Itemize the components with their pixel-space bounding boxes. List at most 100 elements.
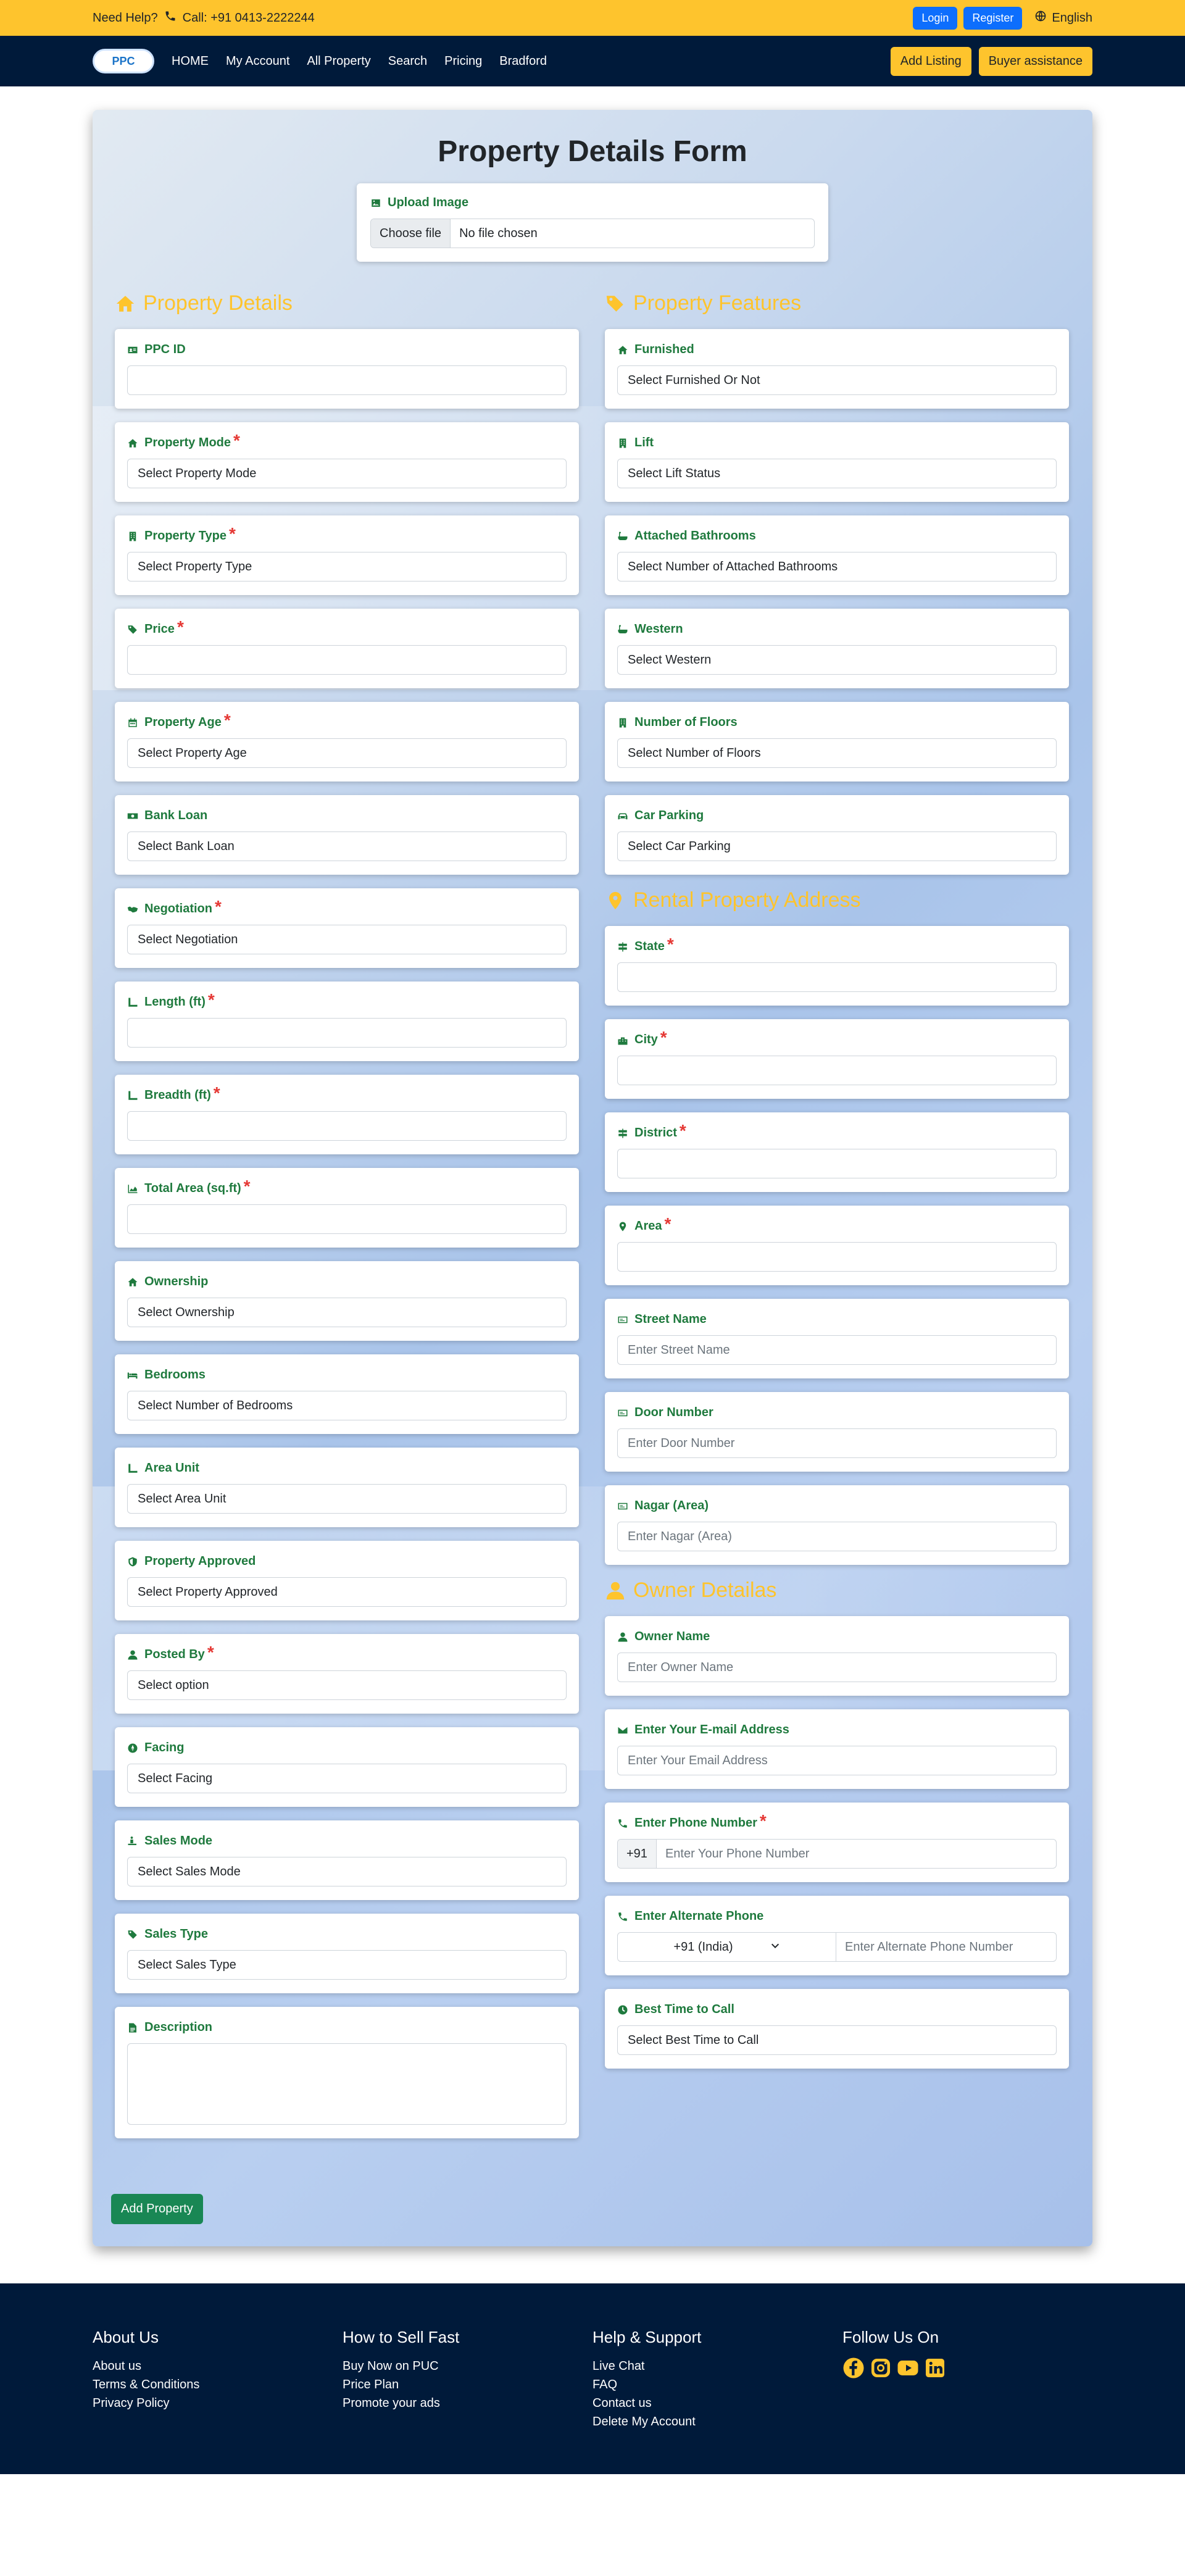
nagar-area-input[interactable]: Enter Nagar (Area) [617, 1522, 1057, 1551]
building-icon [619, 718, 626, 727]
linkedin-icon[interactable] [924, 2357, 946, 2379]
nav-bradford[interactable]: Bradford [499, 54, 547, 69]
lift-input[interactable]: Select Lift Status [617, 459, 1057, 488]
ownership-field: Ownership Select Ownership [115, 1261, 579, 1341]
western-input[interactable]: Select Western [617, 645, 1057, 675]
phone-icon [618, 1819, 627, 1828]
lift-label: Lift [634, 436, 654, 449]
footer-link-promote[interactable]: Promote your ads [343, 2394, 592, 2412]
add-property-button[interactable]: Add Property [111, 2194, 203, 2224]
number-of-floors-input[interactable]: Select Number of Floors [617, 738, 1057, 768]
home-icon [116, 295, 135, 312]
site-logo[interactable]: PPC [93, 49, 154, 73]
footer-link-live-chat[interactable]: Live Chat [592, 2357, 842, 2375]
sales-mode-label: Sales Mode [144, 1834, 213, 1848]
instagram-icon[interactable] [870, 2357, 892, 2379]
owner-name-input[interactable]: Enter Owner Name [617, 1653, 1057, 1682]
description-textarea[interactable] [127, 2043, 567, 2125]
login-button[interactable]: Login [913, 6, 958, 30]
nav-pricing[interactable]: Pricing [444, 54, 482, 69]
register-button[interactable]: Register [963, 6, 1023, 30]
bedrooms-input[interactable]: Select Number of Bedrooms [127, 1391, 567, 1420]
district-input[interactable] [617, 1149, 1057, 1178]
footer-link-buy-now[interactable]: Buy Now on PUC [343, 2357, 592, 2375]
language-selector[interactable]: English [1034, 10, 1092, 26]
sales-mode-field: Sales Mode Select Sales Mode [115, 1820, 579, 1900]
bedrooms-label: Bedrooms [144, 1368, 206, 1382]
footer-link-contact[interactable]: Contact us [592, 2394, 842, 2412]
street-name-input[interactable]: Enter Street Name [617, 1335, 1057, 1365]
envelope-icon [618, 1727, 628, 1733]
footer-link-privacy[interactable]: Privacy Policy [93, 2394, 343, 2412]
nav-search[interactable]: Search [388, 54, 427, 69]
area-label: Area [634, 1219, 662, 1233]
footer-link-about[interactable]: About us [93, 2357, 343, 2375]
city-input[interactable] [617, 1056, 1057, 1085]
facing-input[interactable]: Select Facing [127, 1764, 567, 1793]
best-time-label: Best Time to Call [634, 2003, 734, 2016]
facebook-icon[interactable] [842, 2357, 865, 2379]
footer-link-faq[interactable]: FAQ [592, 2375, 842, 2394]
sales-type-input[interactable]: Select Sales Type [127, 1950, 567, 1980]
country-select[interactable]: +91 (India) [618, 1933, 836, 1961]
length-ft-field: Length (ft) * [115, 982, 579, 1061]
best-time-select[interactable]: Select Best Time to Call [617, 2025, 1057, 2055]
file-icon [129, 2023, 136, 2032]
price-input[interactable] [127, 645, 567, 675]
ownership-label: Ownership [144, 1275, 209, 1288]
furnished-input[interactable]: Select Furnished Or Not [617, 365, 1057, 395]
door-number-input[interactable]: Enter Door Number [617, 1428, 1057, 1458]
bank-loan-input[interactable]: Select Bank Loan [127, 832, 567, 861]
negotiation-input[interactable]: Select Negotiation [127, 925, 567, 954]
street-name-label: Street Name [634, 1312, 707, 1326]
choose-file-button[interactable]: Choose file [371, 219, 451, 248]
nagar-area-label: Nagar (Area) [634, 1499, 709, 1512]
ppc-id-input[interactable] [127, 365, 567, 395]
footer-link-price-plan[interactable]: Price Plan [343, 2375, 592, 2394]
footer-link-delete-account[interactable]: Delete My Account [592, 2412, 842, 2431]
property-age-input[interactable]: Select Property Age [127, 738, 567, 768]
ownership-input[interactable]: Select Ownership [127, 1298, 567, 1327]
facing-label: Facing [144, 1741, 185, 1754]
buyer-assistance-button[interactable]: Buyer assistance [978, 46, 1092, 76]
state-input[interactable] [617, 962, 1057, 992]
footer-heading: How to Sell Fast [343, 2328, 460, 2346]
car-parking-input[interactable]: Select Car Parking [617, 832, 1057, 861]
lift-field: Lift Select Lift Status [605, 422, 1069, 502]
nav-my-account[interactable]: My Account [226, 54, 289, 69]
nav-all-property[interactable]: All Property [307, 54, 370, 69]
district-field: District * [605, 1112, 1069, 1192]
required-asterisk: * [667, 934, 674, 954]
phone-input[interactable]: Enter Your Phone Number [657, 1840, 1056, 1868]
footer-heading: About Us [93, 2328, 159, 2346]
sales-mode-input[interactable]: Select Sales Mode [127, 1857, 567, 1886]
attached-bathrooms-input[interactable]: Select Number of Attached Bathrooms [617, 552, 1057, 581]
required-asterisk: * [207, 1642, 214, 1662]
property-approved-input[interactable]: Select Property Approved [127, 1577, 567, 1607]
property-type-input[interactable]: Select Property Type [127, 552, 567, 581]
owner-name-label: Owner Name [634, 1630, 710, 1643]
area-unit-input[interactable]: Select Area Unit [127, 1484, 567, 1514]
western-label: Western [634, 622, 683, 636]
breadth-ft-input[interactable] [127, 1111, 567, 1141]
door-number-field: Door Number Enter Door Number [605, 1392, 1069, 1472]
email-input[interactable]: Enter Your Email Address [617, 1746, 1057, 1775]
total-area-sq-ft-field: Total Area (sq.ft) * [115, 1168, 579, 1248]
area-input[interactable] [617, 1242, 1057, 1272]
call-text[interactable]: Call: +91 0413-2222244 [183, 11, 315, 25]
required-asterisk: * [759, 1811, 767, 1830]
property-mode-input[interactable]: Select Property Mode [127, 459, 567, 488]
total-area-sq-ft-input[interactable] [127, 1204, 567, 1234]
negotiation-label: Negotiation [144, 902, 212, 915]
file-input[interactable]: Choose file No file chosen [370, 219, 815, 248]
add-listing-button[interactable]: Add Listing [890, 46, 971, 76]
length-ft-input[interactable] [127, 1018, 567, 1048]
posted-by-input[interactable]: Select option [127, 1670, 567, 1700]
attached-bathrooms-label: Attached Bathrooms [634, 529, 756, 543]
footer-link-terms[interactable]: Terms & Conditions [93, 2375, 343, 2394]
alternate-phone-input[interactable]: Enter Alternate Phone Number [836, 1933, 1056, 1961]
youtube-icon[interactable] [897, 2357, 919, 2379]
phone-input-group: +91 Enter Your Phone Number [617, 1839, 1057, 1869]
social-icons [842, 2357, 1092, 2379]
nav-home[interactable]: HOME [172, 54, 209, 69]
